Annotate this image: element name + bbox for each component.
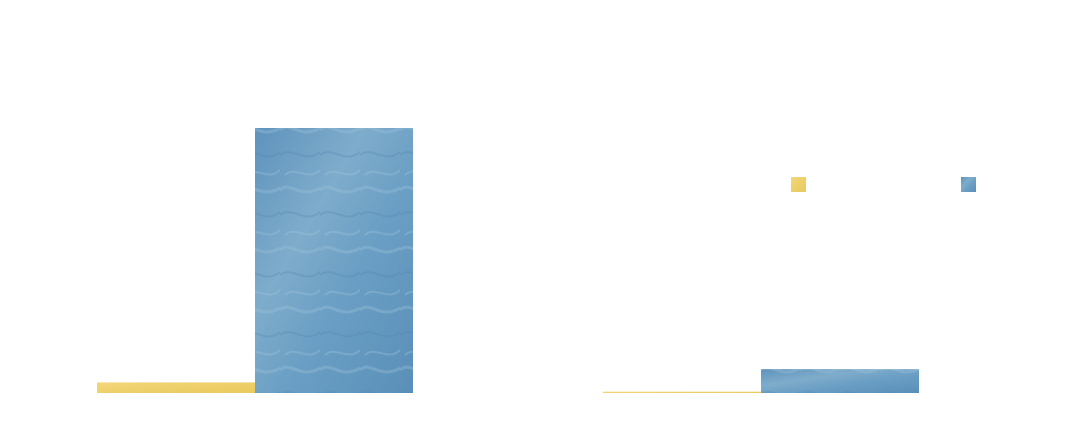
- chart1-bar-2-texture: [255, 128, 413, 393]
- legend-swatch-1: [791, 177, 806, 192]
- chart-left: [97, 128, 413, 393]
- chart-canvas: [97, 128, 976, 393]
- chart-right: [603, 177, 976, 393]
- legend-swatch-2: [961, 177, 976, 192]
- chart2-bar-2-texture: [761, 369, 919, 393]
- chart2-bar-1: [603, 391, 761, 393]
- chart1-bar-1: [97, 382, 255, 393]
